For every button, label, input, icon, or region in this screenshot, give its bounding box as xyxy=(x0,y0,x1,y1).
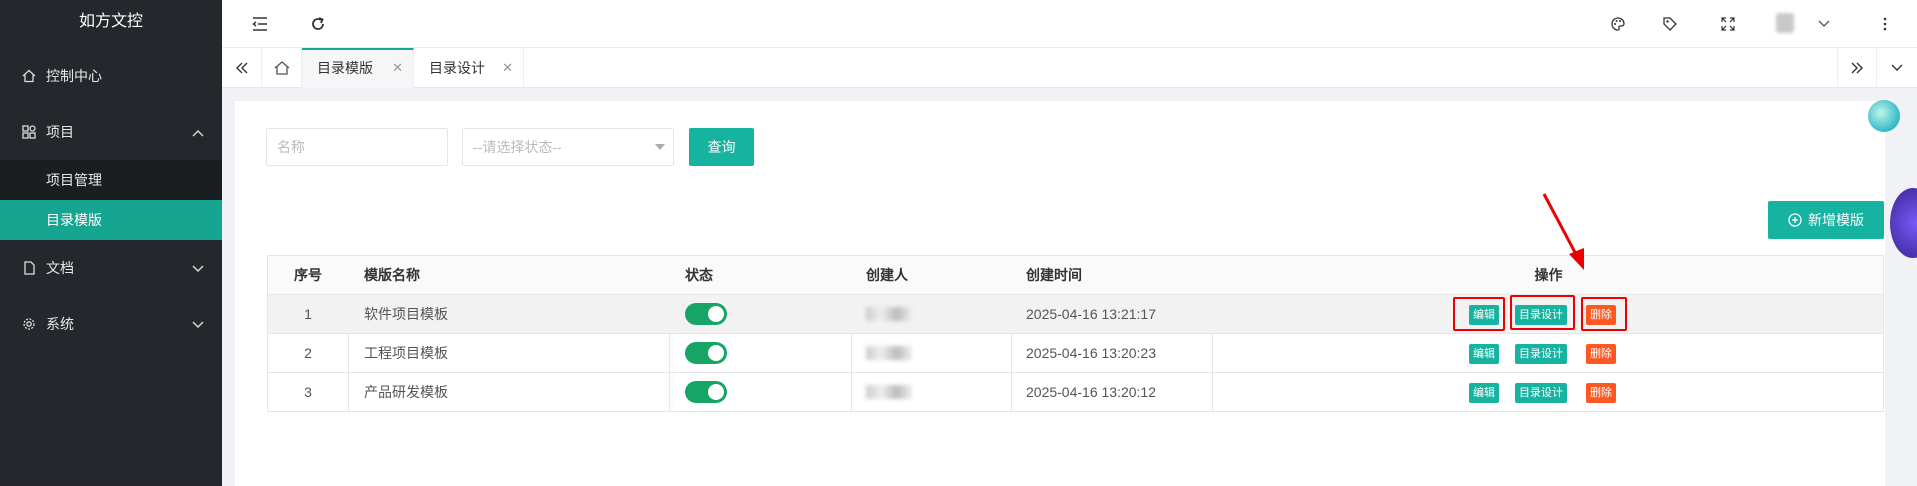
sidebar: 如方文控 控制中心 项目 项目管理 目录模版 文档 系统 xyxy=(0,0,222,486)
row-index: 2 xyxy=(304,345,312,361)
col-header-status: 状态 xyxy=(685,267,713,283)
row-name: 产品研发模板 xyxy=(364,384,448,400)
caret-down-icon xyxy=(655,144,665,150)
annotation-box-edit xyxy=(1453,297,1505,331)
row-index: 3 xyxy=(304,384,312,400)
edit-button[interactable]: 编辑 xyxy=(1469,383,1499,403)
sidebar-item-dashboard[interactable]: 控制中心 xyxy=(0,48,222,104)
tab-label: 目录设计 xyxy=(429,60,485,76)
status-toggle[interactable] xyxy=(685,303,727,325)
row-name: 软件项目模板 xyxy=(364,306,448,322)
close-icon[interactable]: ✕ xyxy=(502,48,513,88)
creator-name-redacted xyxy=(866,346,912,360)
status-select[interactable]: --请选择状态-- xyxy=(462,128,674,166)
sidebar-item-system[interactable]: 系统 xyxy=(0,296,222,352)
delete-button[interactable]: 删除 xyxy=(1586,383,1616,403)
col-header-name: 模版名称 xyxy=(364,267,420,283)
row-created: 2025-04-16 13:21:17 xyxy=(1026,306,1156,322)
plus-circle-icon xyxy=(1788,213,1802,227)
scroll-left-icon[interactable] xyxy=(222,48,262,88)
floating-widget-icon[interactable] xyxy=(1890,188,1917,258)
table-header-row: 序号 模版名称 状态 创建人 创建时间 操作 xyxy=(268,256,1883,295)
table-row[interactable]: 1 软件项目模板 2025-04-16 13:21:17 编辑 目录设计 删除 xyxy=(268,295,1883,334)
template-table: 序号 模版名称 状态 创建人 创建时间 操作 1 软件项目模板 2025-04-… xyxy=(267,255,1884,412)
chevron-down-icon[interactable] xyxy=(1812,12,1836,36)
col-header-created: 创建时间 xyxy=(1026,267,1082,283)
status-toggle[interactable] xyxy=(685,381,727,403)
scroll-right-icon[interactable] xyxy=(1837,48,1877,88)
home-icon xyxy=(22,69,36,83)
home-tab-icon[interactable] xyxy=(262,48,302,88)
directory-design-button[interactable]: 目录设计 xyxy=(1515,344,1567,364)
query-button[interactable]: 查询 xyxy=(689,128,754,166)
sidebar-item-label: 项目 xyxy=(46,124,74,140)
tag-icon[interactable] xyxy=(1658,12,1682,36)
add-template-button[interactable]: 新增模版 xyxy=(1768,201,1884,239)
creator-name-redacted xyxy=(866,307,912,321)
sidebar-item-project[interactable]: 项目 xyxy=(0,104,222,160)
chevron-down-icon xyxy=(192,260,204,276)
sidebar-item-label: 控制中心 xyxy=(46,68,102,84)
creator-name-redacted xyxy=(866,385,912,399)
tab-directory-template[interactable]: 目录模版 ✕ xyxy=(302,48,414,88)
tab-label: 目录模版 xyxy=(317,60,373,76)
sidebar-item-label: 文档 xyxy=(46,260,74,276)
sidebar-item-project-manage[interactable]: 项目管理 xyxy=(0,160,222,200)
row-index: 1 xyxy=(304,306,312,322)
delete-button[interactable]: 删除 xyxy=(1586,344,1616,364)
table-row[interactable]: 3 产品研发模板 2025-04-16 13:20:12 编辑 目录设计 删除 xyxy=(268,373,1883,412)
row-created: 2025-04-16 13:20:23 xyxy=(1026,345,1156,361)
sidebar-item-document[interactable]: 文档 xyxy=(0,240,222,296)
col-header-creator: 创建人 xyxy=(866,267,908,283)
refresh-icon[interactable] xyxy=(306,12,330,36)
sidebar-submenu-project: 项目管理 目录模版 xyxy=(0,160,222,240)
top-header xyxy=(222,0,1917,48)
row-created: 2025-04-16 13:20:12 xyxy=(1026,384,1156,400)
chevron-up-icon xyxy=(192,124,204,140)
edit-button[interactable]: 编辑 xyxy=(1469,344,1499,364)
brand-title: 如方文控 xyxy=(78,13,143,30)
row-name: 工程项目模板 xyxy=(364,345,448,361)
status-toggle[interactable] xyxy=(685,342,727,364)
menu-fold-icon[interactable] xyxy=(248,12,272,36)
sidebar-item-label: 系统 xyxy=(46,316,74,332)
chevron-down-icon xyxy=(192,316,204,332)
status-select-placeholder: --请选择状态-- xyxy=(473,139,562,155)
table-row[interactable]: 2 工程项目模板 2025-04-16 13:20:23 编辑 目录设计 删除 xyxy=(268,334,1883,373)
fullscreen-icon[interactable] xyxy=(1716,12,1740,36)
annotation-box-design xyxy=(1510,295,1575,330)
name-search-input[interactable]: 名称 xyxy=(266,128,448,166)
file-icon xyxy=(22,261,36,275)
tabs-dropdown-icon[interactable] xyxy=(1877,48,1917,88)
directory-design-button[interactable]: 目录设计 xyxy=(1515,383,1567,403)
assistant-orb-icon[interactable] xyxy=(1868,100,1900,132)
close-icon[interactable]: ✕ xyxy=(392,50,403,86)
apps-icon xyxy=(22,125,36,139)
annotation-box-delete xyxy=(1581,297,1627,331)
palette-icon[interactable] xyxy=(1606,12,1630,36)
annotation-arrow-icon xyxy=(1542,193,1584,270)
sidebar-item-directory-template[interactable]: 目录模版 xyxy=(0,200,222,240)
avatar[interactable] xyxy=(1776,13,1794,33)
add-template-label: 新增模版 xyxy=(1808,212,1864,228)
gear-icon xyxy=(22,317,36,331)
tabs-bar: 目录模版 ✕ 目录设计 ✕ xyxy=(222,48,1917,88)
tab-directory-design[interactable]: 目录设计 ✕ xyxy=(414,48,524,88)
more-vertical-icon[interactable] xyxy=(1873,12,1897,36)
col-header-index: 序号 xyxy=(294,267,322,283)
